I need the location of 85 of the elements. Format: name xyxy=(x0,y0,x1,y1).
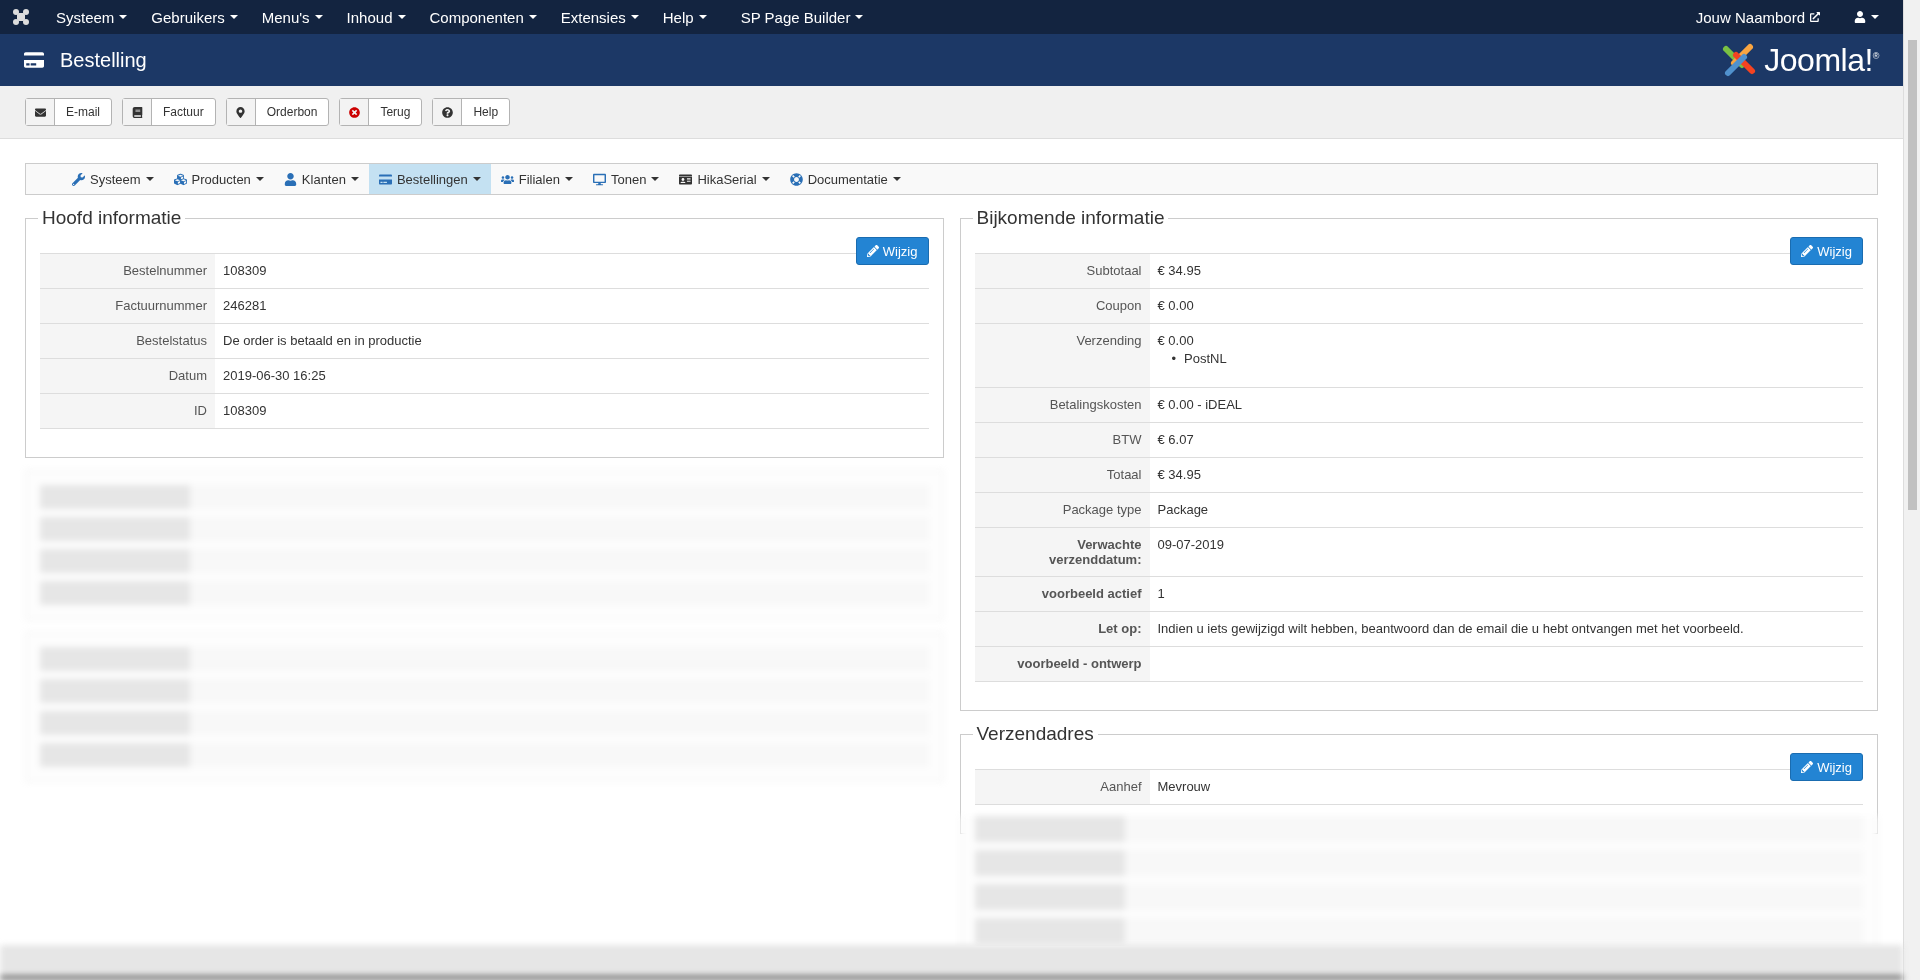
toolbar-button[interactable]: E-mail xyxy=(25,98,112,126)
list-item: PostNL xyxy=(1184,351,1227,366)
id-card-icon xyxy=(679,172,693,186)
field-value: De order is betaald en in productie xyxy=(222,332,423,350)
sub-menu-item[interactable]: Producten xyxy=(163,164,274,194)
pencil-icon xyxy=(1801,245,1814,257)
field-value: 246281 xyxy=(222,297,268,315)
edit-button[interactable]: Wijzig xyxy=(855,237,929,265)
field-value: € 34.95 xyxy=(1156,466,1202,484)
sub-menu-item[interactable]: Klanten xyxy=(273,164,369,194)
field-value: Package xyxy=(1156,501,1210,519)
field-label: voorbeeld - ontwerp xyxy=(974,647,1150,681)
book-icon xyxy=(131,106,143,118)
panel-title: Verzendadres xyxy=(975,723,1095,745)
field-label: Coupon xyxy=(974,289,1150,323)
field-value: Mevrouw xyxy=(1156,778,1212,796)
cancel-icon xyxy=(348,106,360,118)
field-label: Aanhef xyxy=(974,770,1150,804)
field-label: Datum xyxy=(40,359,215,393)
page-title: Bestelling xyxy=(60,48,147,72)
menu-item[interactable]: Menu's xyxy=(249,8,335,26)
panel-title: Bijkomende informatie xyxy=(975,207,1166,229)
toolbar-button[interactable]: Terug xyxy=(339,98,423,126)
field-label: voorbeeld actief xyxy=(974,577,1150,611)
field-label: Verwachte verzenddatum: xyxy=(974,528,1150,576)
menu-item[interactable]: Help xyxy=(650,8,719,26)
card-icon xyxy=(378,172,392,186)
sub-menu-item[interactable]: Bestellingen xyxy=(368,164,491,194)
field-label: Package type xyxy=(974,493,1150,527)
monitor-icon xyxy=(592,172,606,186)
menu-item[interactable]: Inhoud xyxy=(334,8,418,26)
field-value: € 34.95 xyxy=(1156,262,1202,280)
edit-button[interactable]: Wijzig xyxy=(1790,237,1863,265)
joomla-icon xyxy=(12,8,30,26)
menu-item[interactable]: SP Page Builder xyxy=(728,8,876,26)
site-link[interactable]: Jouw Naambord xyxy=(1683,8,1832,26)
bullet-mark: • xyxy=(1171,351,1177,366)
toolbar-button[interactable]: Help xyxy=(432,98,511,126)
sub-menu-item[interactable]: Documentatie xyxy=(779,164,911,194)
field-value: € 0.00 xyxy=(1156,297,1195,315)
users-icon xyxy=(500,172,514,186)
field-label: Bestelnummer xyxy=(40,254,215,288)
field-label: BTW xyxy=(974,423,1150,457)
field-label: Bestelstatus xyxy=(40,324,215,358)
pencil-icon xyxy=(866,245,879,257)
field-label: Totaal xyxy=(974,458,1150,492)
field-label: Betalingskosten xyxy=(974,388,1150,422)
menu-item[interactable]: Gebruikers xyxy=(139,8,250,26)
panel-title: Hoofd informatie xyxy=(41,207,183,229)
field-value: 2019-06-30 16:25 xyxy=(222,367,327,385)
menu-item[interactable]: Componenten xyxy=(417,8,549,26)
envelope-icon xyxy=(34,106,46,118)
field-label: ID xyxy=(40,394,215,428)
pencil-icon xyxy=(1801,761,1814,773)
field-value: € 0.00 - iDEAL xyxy=(1156,396,1244,414)
external-link-icon xyxy=(1810,12,1820,22)
field-value: € 0.00 xyxy=(1157,333,1194,348)
cubes-icon xyxy=(173,172,187,186)
field-label: Let op: xyxy=(974,612,1150,646)
field-value: Indien u iets gewijzigd wilt hebben, beantwoord dan de email die u hebt ontvangen met het voorbeeld. xyxy=(1156,620,1745,638)
joomla-logo: Joomla!$^{®}$ xyxy=(1720,41,1879,79)
wrench-icon xyxy=(72,172,85,186)
sub-menu-item[interactable]: Tonen xyxy=(582,164,670,194)
field-value: € 6.07 xyxy=(1156,431,1195,449)
field-label: Subtotaal xyxy=(974,254,1150,288)
sub-menu-item[interactable]: Filialen xyxy=(490,164,583,194)
field-value: 09-07-2019 xyxy=(1156,536,1225,554)
help-icon xyxy=(441,106,453,118)
edit-button[interactable]: Wijzig xyxy=(1790,753,1863,781)
toolbar-button[interactable]: Orderbon xyxy=(225,98,330,126)
toolbar-button[interactable]: Factuur xyxy=(122,98,216,126)
field-value: 108309 xyxy=(222,402,268,420)
field-value: 1 xyxy=(1156,585,1166,603)
user-icon xyxy=(1854,11,1866,23)
card-icon xyxy=(24,50,44,70)
user-icon xyxy=(283,172,297,186)
field-value: 108309 xyxy=(222,262,268,280)
menu-item[interactable]: Extensies xyxy=(548,8,651,26)
menu-item[interactable]: Systeem xyxy=(44,8,140,26)
sub-menu-item[interactable]: Systeem xyxy=(62,164,164,194)
field-label: Verzending xyxy=(974,324,1150,387)
life-ring-icon xyxy=(789,172,803,186)
map-pin-icon xyxy=(235,106,247,118)
sub-menu-item[interactable]: HikaSerial xyxy=(669,164,780,194)
field-label: Factuurnummer xyxy=(40,289,215,323)
